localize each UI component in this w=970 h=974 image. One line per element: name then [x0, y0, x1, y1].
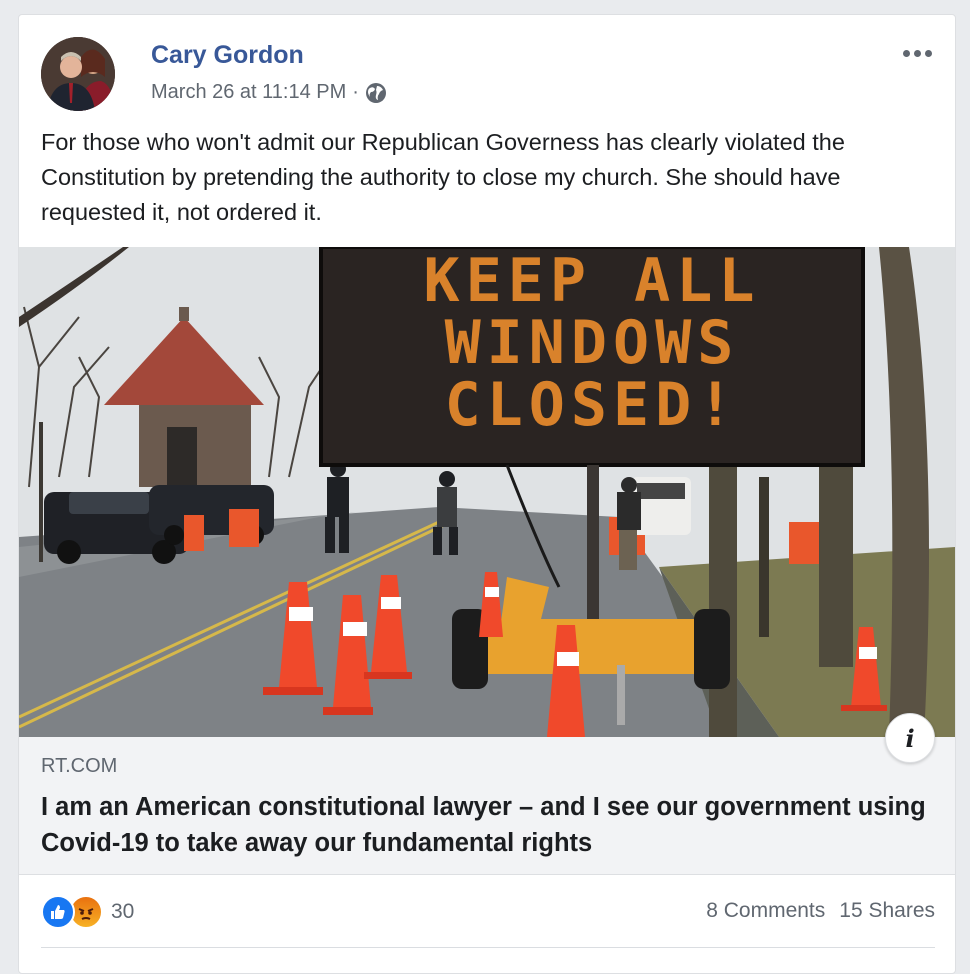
more-options-icon[interactable] — [903, 45, 935, 61]
info-button[interactable]: i — [885, 713, 935, 763]
timestamp[interactable]: March 26 at 11:14 PM — [151, 81, 346, 104]
avatar[interactable] — [41, 37, 115, 111]
link-domain: RT.COM — [41, 755, 118, 777]
link-preview[interactable]: RT.COM I am an American constitutional l… — [19, 737, 955, 875]
post-card: Cary Gordon March 26 at 11:14 PM · For t… — [18, 14, 956, 974]
post-header: Cary Gordon March 26 at 11:14 PM · — [41, 37, 935, 111]
reactions-summary[interactable]: 30 — [41, 895, 134, 929]
footer-divider — [41, 947, 935, 948]
comments-count[interactable]: 8 Comments — [706, 899, 825, 923]
author-name[interactable]: Cary Gordon — [151, 41, 304, 70]
shares-count[interactable]: 15 Shares — [839, 899, 935, 923]
post-text: For those who won't admit our Republican… — [41, 129, 845, 225]
post-footer: 30 8 Comments 15 Shares — [41, 895, 935, 931]
link-preview-image[interactable]: KEEP ALL WINDOWS CLOSED! — [19, 247, 955, 737]
like-reaction-icon — [41, 895, 75, 929]
link-title[interactable]: I am an American constitutional lawyer –… — [41, 789, 941, 861]
engagement-counts: 8 Comments 15 Shares — [706, 899, 935, 923]
reaction-count: 30 — [111, 900, 135, 923]
sign-line-1: KEEP ALL — [424, 247, 761, 316]
post-meta: March 26 at 11:14 PM · — [151, 81, 387, 104]
meta-separator: · — [352, 81, 359, 103]
sign-line-2: WINDOWS — [445, 308, 740, 378]
sign-line-3: CLOSED! — [445, 370, 740, 440]
globe-icon[interactable] — [365, 82, 387, 104]
